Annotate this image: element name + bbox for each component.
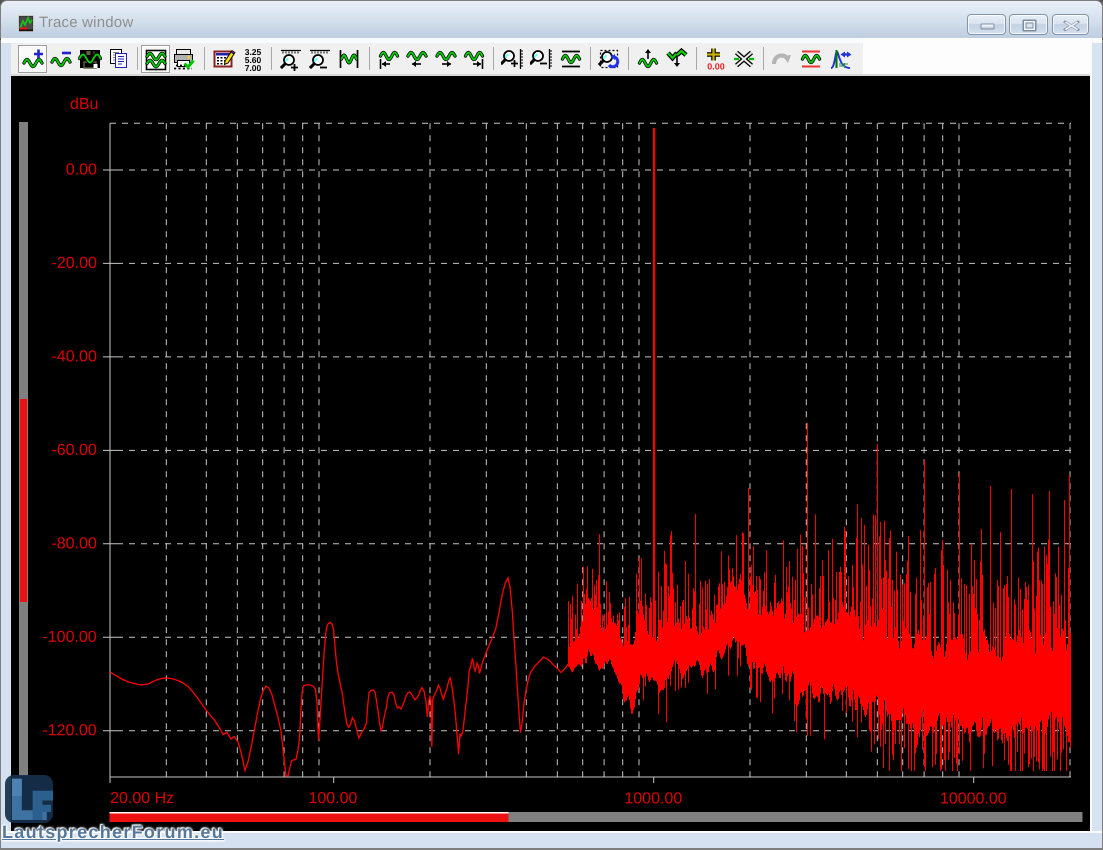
svg-text:-120.00: -120.00 [42, 722, 96, 739]
svg-text:10000.00: 10000.00 [940, 790, 1007, 807]
svg-text:0.00: 0.00 [66, 162, 97, 179]
svg-text:-60.00: -60.00 [51, 442, 96, 459]
svg-text:1000.00: 1000.00 [624, 790, 682, 807]
svg-text:-100.00: -100.00 [42, 629, 96, 646]
svg-text:0.00: 0.00 [707, 62, 725, 71]
svg-text:100.00: 100.00 [308, 790, 357, 807]
svg-text:-20.00: -20.00 [52, 255, 97, 272]
svg-text:-40.00: -40.00 [51, 348, 96, 365]
svg-text:dBu: dBu [70, 96, 98, 113]
svg-text:-80.00: -80.00 [51, 535, 96, 552]
svg-text:7.00: 7.00 [245, 63, 262, 71]
svg-text:20.00 Hz: 20.00 Hz [110, 790, 174, 807]
